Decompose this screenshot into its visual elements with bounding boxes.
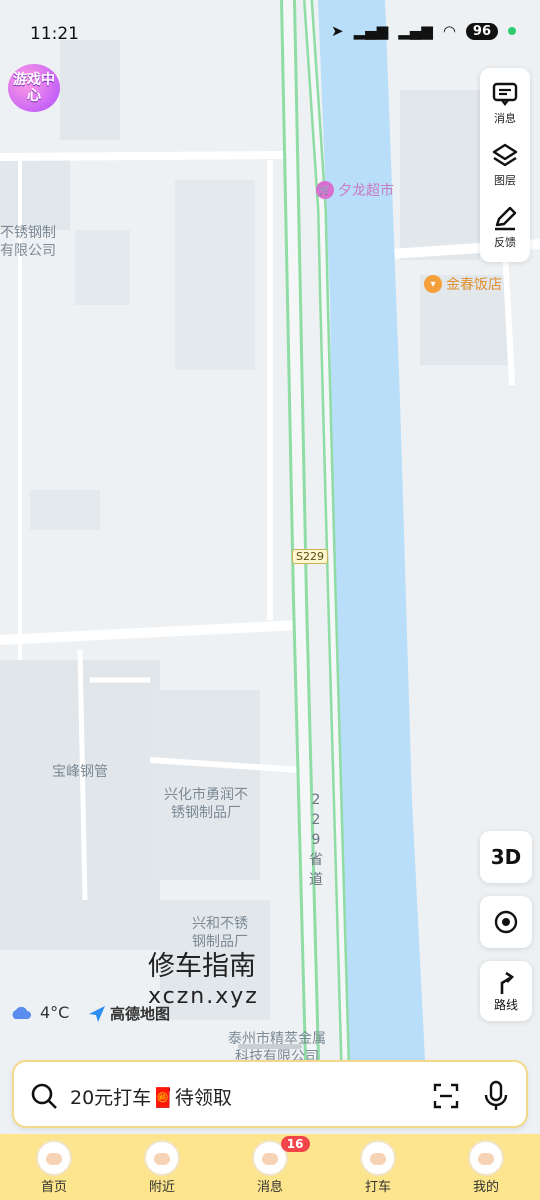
poi-restaurant[interactable]: ▾ 金春饭店	[424, 274, 502, 294]
poi-supermarket[interactable]: 🛒 夕龙超市	[316, 180, 394, 200]
poi-supermarket-name: 夕龙超市	[338, 183, 394, 199]
tool-layers-label: 图层	[494, 174, 516, 187]
3d-button[interactable]: 3D	[480, 831, 532, 883]
tool-layers[interactable]: 图层	[491, 142, 519, 188]
amap-logo-icon	[89, 1005, 105, 1022]
bottom-nav: 首页 附近 16 消息 打车 我的	[0, 1134, 540, 1200]
weather-widget[interactable]: 4°C	[10, 1003, 69, 1022]
tool-feedback[interactable]: 反馈	[491, 204, 519, 250]
scan-icon[interactable]	[432, 1082, 460, 1110]
status-bar: 11:21 ➤ ▂▄▆ ▂▄▆ ◠ 96	[0, 0, 540, 70]
nav-messages-label: 消息	[256, 1180, 283, 1195]
watermark-site: xczn.xyz	[148, 984, 259, 1009]
route-button[interactable]: 路线	[480, 961, 532, 1021]
nav-taxi[interactable]: 打车	[324, 1134, 432, 1200]
locate-button[interactable]	[480, 896, 532, 948]
watermark: 修车指南 xczn.xyz	[148, 952, 259, 1012]
status-icons: ➤ ▂▄▆ ▂▄▆ ◠ 96	[331, 22, 516, 40]
signal-icon-2: ▂▄▆	[398, 22, 433, 40]
tool-feedback-label: 反馈	[494, 236, 516, 249]
wifi-icon: ◠	[442, 22, 456, 40]
game-center-button[interactable]: 游戏中心	[8, 64, 60, 112]
tool-message-label: 消息	[494, 112, 516, 125]
locate-icon	[494, 910, 518, 934]
signal-icon: ▂▄▆	[353, 22, 389, 40]
message-icon	[492, 82, 518, 106]
weather-temp: 4°C	[40, 1003, 70, 1022]
restaurant-icon: ▾	[424, 275, 442, 293]
taxi-sheep-icon	[360, 1140, 396, 1176]
map-tool-panel: 消息 图层 反馈	[480, 68, 530, 262]
nav-mine[interactable]: 我的	[432, 1134, 540, 1200]
nav-messages[interactable]: 16 消息	[216, 1134, 324, 1200]
sheet-drag-handle[interactable]	[238, 1044, 302, 1049]
layers-icon	[492, 143, 518, 167]
tool-message[interactable]: 消息	[491, 80, 519, 126]
search-promo-text: 20元打车🧧待领取	[70, 1087, 232, 1109]
nav-home[interactable]: 首页	[0, 1134, 108, 1200]
route-arrow-icon	[500, 971, 515, 994]
map-label-xinghe-factory: 兴和不锈 钢制品厂	[192, 916, 248, 950]
nav-nearby-label: 附近	[148, 1180, 175, 1195]
cloud-icon	[12, 1006, 31, 1019]
location-icon: ➤	[331, 22, 344, 40]
home-sheep-icon	[36, 1140, 72, 1176]
nav-taxi-label: 打车	[364, 1180, 391, 1195]
privacy-dot-icon	[508, 27, 516, 35]
battery-icon: 96	[465, 22, 498, 40]
microphone-icon[interactable]	[482, 1080, 510, 1112]
status-time: 11:21	[30, 24, 79, 44]
nearby-sheep-icon	[144, 1140, 180, 1176]
nav-nearby[interactable]: 附近	[108, 1134, 216, 1200]
mine-sheep-icon	[468, 1140, 504, 1176]
nav-mine-label: 我的	[472, 1180, 499, 1195]
search-icon	[31, 1083, 57, 1109]
poi-restaurant-name: 金春饭店	[446, 277, 502, 293]
route-label: 路线	[493, 997, 518, 1012]
messages-badge: 16	[280, 1136, 310, 1152]
map-label-yongrun-factory: 兴化市勇润不 锈钢制品厂	[164, 787, 248, 821]
map-label-baofeng-pipe: 宝峰钢管	[52, 764, 108, 780]
search-bar[interactable]: 20元打车🧧待领取	[12, 1060, 528, 1128]
road-badge: S229	[292, 549, 328, 564]
shopping-cart-icon: 🛒	[316, 181, 334, 199]
watermark-title: 修车指南	[148, 951, 256, 982]
map-canvas	[0, 0, 540, 1200]
road-name-vertical: 229省道	[309, 792, 323, 888]
map-label-steel-company: 不锈钢制 有限公司	[0, 225, 56, 259]
feedback-icon	[495, 206, 517, 231]
nav-home-label: 首页	[40, 1180, 67, 1195]
map-view[interactable]: 不锈钢制 有限公司 宝峰钢管 兴化市勇润不 锈钢制品厂 兴和不锈 钢制品厂 泰州…	[0, 0, 540, 1200]
